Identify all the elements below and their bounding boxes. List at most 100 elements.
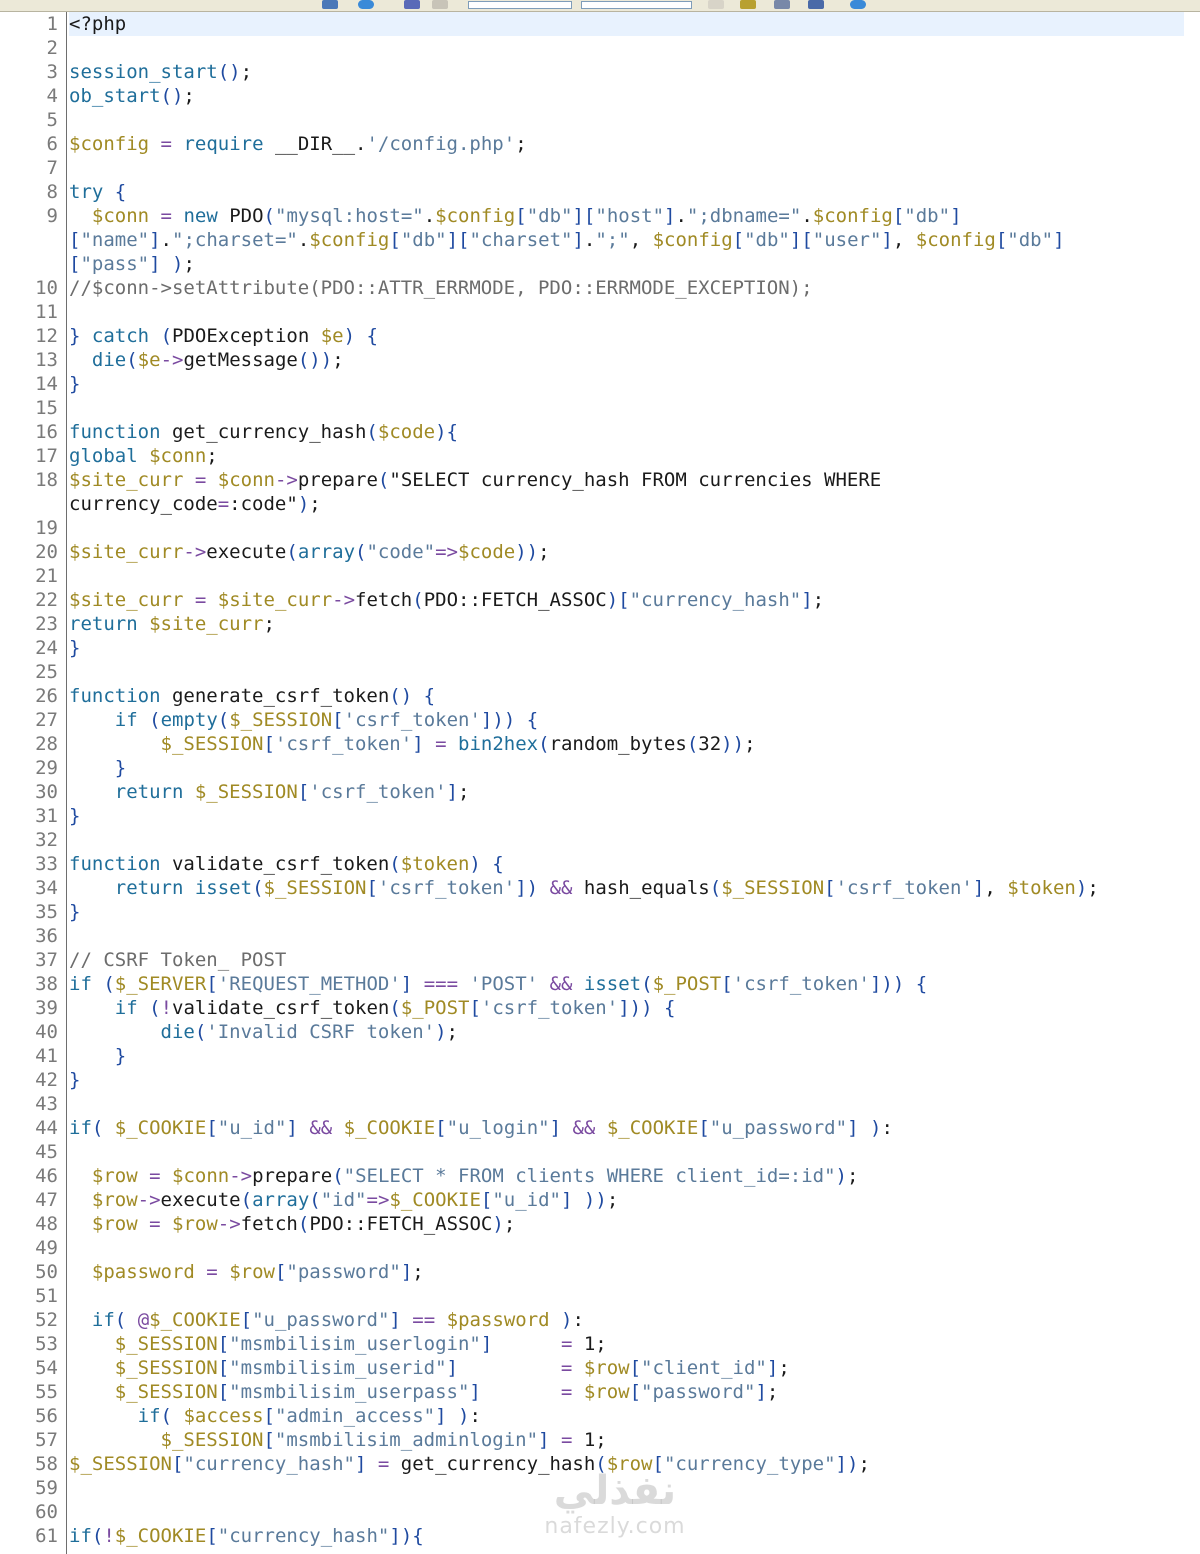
code-text[interactable]: $site_curr->execute(array("code"=>$code)… — [69, 540, 1184, 564]
code-line[interactable]: 45 — [0, 1140, 1190, 1164]
code-line[interactable]: 60 — [0, 1500, 1190, 1524]
code-line[interactable]: 16 function get_currency_hash($code){ — [0, 420, 1190, 444]
code-line[interactable]: 32 — [0, 828, 1190, 852]
code-text[interactable]: $site_curr = $conn->prepare("SELECT curr… — [69, 468, 1184, 492]
code-line[interactable]: currency_code=:code"); — [0, 492, 1190, 516]
code-text[interactable]: $row = $conn->prepare("SELECT * FROM cli… — [69, 1164, 1184, 1188]
code-line[interactable]: 41 } — [0, 1044, 1190, 1068]
code-text[interactable]: function validate_csrf_token($token) { — [69, 852, 1184, 876]
code-text[interactable]: } — [69, 900, 1184, 924]
code-line[interactable]: 12} catch (PDOException $e) { — [0, 324, 1190, 348]
code-text[interactable]: if (empty($_SESSION['csrf_token'])) { — [69, 708, 1184, 732]
code-line[interactable]: 28 $_SESSION['csrf_token'] = bin2hex(ran… — [0, 732, 1190, 756]
code-text[interactable]: function get_currency_hash($code){ — [69, 420, 1184, 444]
code-text[interactable]: } — [69, 1044, 1184, 1068]
code-text[interactable]: } — [69, 372, 1184, 396]
toolbar-undo-icon[interactable] — [404, 0, 420, 9]
code-line[interactable]: 24} — [0, 636, 1190, 660]
toolbar-save-icon[interactable] — [808, 0, 824, 9]
code-line[interactable]: 44 if( $_COOKIE["u_id"] && $_COOKIE["u_lo… — [0, 1116, 1190, 1140]
code-line[interactable]: 25 — [0, 660, 1190, 684]
code-line[interactable]: 47 $row->execute(array("id"=>$_COOKIE["u… — [0, 1188, 1190, 1212]
code-line[interactable]: 19 — [0, 516, 1190, 540]
code-text[interactable]: $_SESSION['csrf_token'] = bin2hex(random… — [69, 732, 1184, 756]
code-text[interactable]: ["name"].";charset=".$config["db"]["char… — [69, 228, 1184, 252]
code-text[interactable]: $_SESSION["msmbilisim_userpass"] = $row[… — [69, 1380, 1184, 1404]
code-line[interactable]: 58 $_SESSION["currency_hash"] = get_curre… — [0, 1452, 1190, 1476]
editor-scrollbar[interactable] — [1190, 12, 1200, 1554]
code-text[interactable]: $row->execute(array("id"=>$_COOKIE["u_id… — [69, 1188, 1184, 1212]
code-text[interactable]: try { — [69, 180, 1184, 204]
code-text[interactable]: $_SESSION["msmbilisim_userid"] = $row["c… — [69, 1356, 1184, 1380]
toolbar-replace-field[interactable] — [581, 1, 692, 9]
toolbar-globe-icon[interactable] — [358, 0, 374, 9]
code-line[interactable]: 18 $site_curr = $conn->prepare("SELECT cu… — [0, 468, 1190, 492]
code-line[interactable]: 49 — [0, 1236, 1190, 1260]
code-line[interactable]: ["pass"] ); — [0, 252, 1190, 276]
code-text[interactable]: $row = $row->fetch(PDO::FETCH_ASSOC); — [69, 1212, 1184, 1236]
toolbar-redo-icon[interactable] — [432, 0, 448, 9]
code-text[interactable]: ["pass"] ); — [69, 252, 1184, 276]
code-text[interactable]: } — [69, 636, 1184, 660]
code-text[interactable]: } — [69, 1068, 1184, 1092]
code-text[interactable]: return $site_curr; — [69, 612, 1184, 636]
code-line[interactable]: 14} — [0, 372, 1190, 396]
code-text[interactable]: global $conn; — [69, 444, 1184, 468]
code-line[interactable]: 35} — [0, 900, 1190, 924]
code-line[interactable]: 37 // CSRF Token_ POST — [0, 948, 1190, 972]
code-line[interactable]: 3 session_start(); — [0, 60, 1190, 84]
code-line[interactable]: 7 — [0, 156, 1190, 180]
code-line[interactable]: 17 global $conn; — [0, 444, 1190, 468]
code-text[interactable]: function generate_csrf_token() { — [69, 684, 1184, 708]
code-line[interactable]: 6 $config = require __DIR__.'/config.php'… — [0, 132, 1190, 156]
code-text[interactable]: if (!validate_csrf_token($_POST['csrf_to… — [69, 996, 1184, 1020]
toolbar-arrow-icon[interactable] — [708, 0, 724, 9]
code-line[interactable]: ["name"].";charset=".$config["db"]["char… — [0, 228, 1190, 252]
code-text[interactable]: //$conn->setAttribute(PDO::ATTR_ERRMODE,… — [69, 276, 1184, 300]
code-line[interactable]: 22 $site_curr = $site_curr->fetch(PDO::FE… — [0, 588, 1190, 612]
code-line[interactable]: 39 if (!validate_csrf_token($_POST['csrf… — [0, 996, 1190, 1020]
code-line[interactable]: 30 return $_SESSION['csrf_token']; — [0, 780, 1190, 804]
code-text[interactable]: $password = $row["password"]; — [69, 1260, 1184, 1284]
code-text[interactable]: if( @$_COOKIE["u_password"] == $password… — [69, 1308, 1184, 1332]
code-line[interactable]: 38 if ($_SERVER['REQUEST_METHOD'] === 'PO… — [0, 972, 1190, 996]
code-text[interactable]: <?php — [69, 12, 1184, 36]
code-line[interactable]: 40 die('Invalid CSRF token'); — [0, 1020, 1190, 1044]
code-line[interactable]: 1 <?php — [0, 12, 1190, 36]
code-text[interactable]: // CSRF Token_ POST — [69, 948, 1184, 972]
code-line[interactable]: 8 try { — [0, 180, 1190, 204]
toolbar-help-icon[interactable] — [850, 0, 866, 9]
code-text[interactable]: die($e->getMessage()); — [69, 348, 1184, 372]
code-text[interactable]: $_SESSION["msmbilisim_adminlogin"] = 1; — [69, 1428, 1184, 1452]
toolbar-search-field[interactable] — [468, 1, 572, 9]
code-line[interactable]: 57 $_SESSION["msmbilisim_adminlogin"] = … — [0, 1428, 1190, 1452]
code-line[interactable]: 54 $_SESSION["msmbilisim_userid"] = $row… — [0, 1356, 1190, 1380]
code-text[interactable]: if ($_SERVER['REQUEST_METHOD'] === 'POST… — [69, 972, 1184, 996]
code-line[interactable]: 51 — [0, 1284, 1190, 1308]
code-text[interactable]: $_SESSION["currency_hash"] = get_currenc… — [69, 1452, 1184, 1476]
code-line[interactable]: 52 if( @$_COOKIE["u_password"] == $passw… — [0, 1308, 1190, 1332]
code-line[interactable]: 31} — [0, 804, 1190, 828]
code-line[interactable]: 50 $password = $row["password"]; — [0, 1260, 1190, 1284]
code-line[interactable]: 36 — [0, 924, 1190, 948]
code-text[interactable]: if(!$_COOKIE["currency_hash"]){ — [69, 1524, 1184, 1548]
toolbar-tools-icon[interactable] — [774, 0, 790, 9]
code-line[interactable]: 46 $row = $conn->prepare("SELECT * FROM … — [0, 1164, 1190, 1188]
code-text[interactable]: if( $_COOKIE["u_id"] && $_COOKIE["u_logi… — [69, 1116, 1184, 1140]
code-text[interactable]: session_start(); — [69, 60, 1184, 84]
code-line[interactable]: 10 //$conn->setAttribute(PDO::ATTR_ERRMOD… — [0, 276, 1190, 300]
code-text[interactable]: $conn = new PDO("mysql:host=".$config["d… — [69, 204, 1184, 228]
code-line[interactable]: 53 $_SESSION["msmbilisim_userlogin"] = 1… — [0, 1332, 1190, 1356]
code-line[interactable]: 33 function validate_csrf_token($token) { — [0, 852, 1190, 876]
code-text[interactable]: return isset($_SESSION['csrf_token']) &&… — [69, 876, 1184, 900]
code-text[interactable]: ob_start(); — [69, 84, 1184, 108]
code-text[interactable]: $_SESSION["msmbilisim_userlogin"] = 1; — [69, 1332, 1184, 1356]
code-text[interactable]: if( $access["admin_access"] ): — [69, 1404, 1184, 1428]
code-line[interactable]: 2 — [0, 36, 1190, 60]
code-line[interactable]: 61 if(!$_COOKIE["currency_hash"]){ — [0, 1524, 1190, 1548]
code-line[interactable]: 56 if( $access["admin_access"] ): — [0, 1404, 1190, 1428]
code-line[interactable]: 27 if (empty($_SESSION['csrf_token'])) { — [0, 708, 1190, 732]
code-text[interactable]: die('Invalid CSRF token'); — [69, 1020, 1184, 1044]
code-line[interactable]: 26 function generate_csrf_token() { — [0, 684, 1190, 708]
code-line[interactable]: 34 return isset($_SESSION['csrf_token'])… — [0, 876, 1190, 900]
